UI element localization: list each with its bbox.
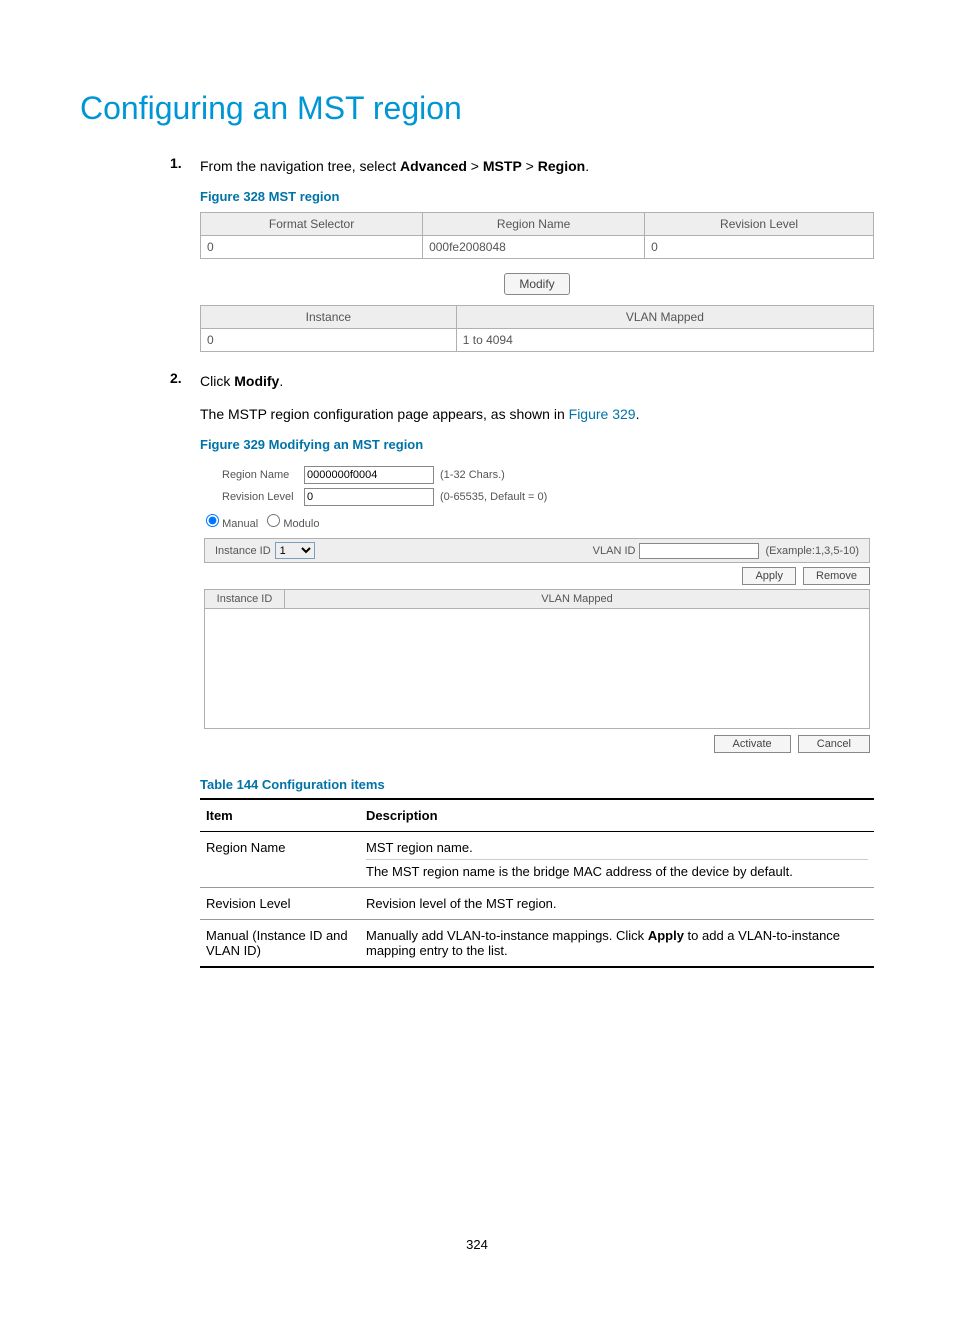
desc-region-name: MST region name. The MST region name is … — [360, 832, 874, 888]
instance-summary-table: Instance VLAN Mapped 0 1 to 4094 — [200, 305, 874, 352]
mapping-table: Instance ID VLAN Mapped — [204, 589, 870, 729]
cell-revision-level: 0 — [645, 236, 874, 259]
breadcrumb: Advanced — [400, 158, 467, 174]
col-item: Item — [200, 799, 360, 832]
region-name-label: Region Name — [204, 469, 304, 481]
text: Manually add VLAN-to-instance mappings. … — [366, 928, 648, 943]
figure-328-caption: Figure 328 MST region — [200, 189, 874, 204]
revision-level-label: Revision Level — [204, 491, 304, 503]
vlan-id-hint: (Example:1,3,5-10) — [765, 545, 859, 557]
step-2-text: Click Modify. — [200, 370, 874, 392]
col-format-selector: Format Selector — [201, 213, 423, 236]
step-number: 1. — [170, 155, 200, 352]
breadcrumb: MSTP — [483, 158, 522, 174]
figure-link[interactable]: Figure 329 — [569, 406, 636, 422]
table-144-caption: Table 144 Configuration items — [200, 777, 874, 792]
region-summary-table: Format Selector Region Name Revision Lev… — [200, 212, 874, 259]
text: . — [636, 406, 640, 422]
text: The MSTP region configuration page appea… — [200, 406, 569, 422]
text: > — [467, 158, 483, 174]
revision-level-hint: (0-65535, Default = 0) — [440, 491, 547, 503]
item-region-name: Region Name — [200, 832, 360, 888]
modulo-radio[interactable]: Modulo — [267, 518, 319, 530]
cell-instance: 0 — [201, 329, 457, 352]
instance-entry-row: Instance ID 1 VLAN ID (Example:1,3,5-10) — [204, 538, 870, 563]
instance-id-label: Instance ID — [215, 545, 271, 557]
cancel-button[interactable]: Cancel — [798, 735, 870, 753]
radio-label: Modulo — [283, 518, 319, 530]
step-1: 1. From the navigation tree, select Adva… — [170, 155, 874, 352]
step-number: 2. — [170, 370, 200, 968]
figure-329: Region Name (1-32 Chars.) Revision Level… — [200, 460, 874, 759]
revision-level-input[interactable] — [304, 488, 434, 506]
desc-manual: Manually add VLAN-to-instance mappings. … — [360, 920, 874, 968]
figure-328: Format Selector Region Name Revision Lev… — [200, 212, 874, 352]
text: From the navigation tree, select — [200, 158, 400, 174]
col-revision-level: Revision Level — [645, 213, 874, 236]
text: . — [279, 373, 283, 389]
col-region-name: Region Name — [423, 213, 645, 236]
step-2: 2. Click Modify. The MSTP region configu… — [170, 370, 874, 968]
col-instance-id: Instance ID — [205, 590, 285, 609]
desc-revision-level: Revision level of the MST region. — [360, 888, 874, 920]
region-name-hint: (1-32 Chars.) — [440, 469, 505, 481]
mode-radios: Manual Modulo — [206, 514, 870, 530]
page-number: 324 — [80, 1237, 874, 1252]
vlan-id-input[interactable] — [639, 543, 759, 559]
cell-format-selector: 0 — [201, 236, 423, 259]
item-manual: Manual (Instance ID and VLAN ID) — [200, 920, 360, 968]
apply-button[interactable]: Apply — [742, 567, 796, 585]
mapping-table-body — [205, 609, 870, 729]
text: MST region name. — [366, 840, 868, 855]
instance-id-select[interactable]: 1 — [275, 542, 315, 559]
col-description: Description — [360, 799, 874, 832]
cell-region-name: 000fe2008048 — [423, 236, 645, 259]
text: > — [522, 158, 538, 174]
page-title: Configuring an MST region — [80, 90, 874, 127]
text-bold: Apply — [648, 928, 684, 943]
vlan-id-label: VLAN ID — [593, 545, 636, 557]
config-items-table: Item Description Region Name MST region … — [200, 798, 874, 968]
step-1-text: From the navigation tree, select Advance… — [200, 155, 874, 177]
remove-button[interactable]: Remove — [803, 567, 870, 585]
text: The MST region name is the bridge MAC ad… — [366, 859, 868, 879]
region-name-input[interactable] — [304, 466, 434, 484]
activate-button[interactable]: Activate — [714, 735, 791, 753]
step-2-text-2: The MSTP region configuration page appea… — [200, 403, 874, 425]
cell-vlan-mapped: 1 to 4094 — [456, 329, 873, 352]
text: Click — [200, 373, 234, 389]
modify-button[interactable]: Modify — [504, 273, 569, 295]
item-revision-level: Revision Level — [200, 888, 360, 920]
radio-label: Manual — [222, 518, 258, 530]
figure-329-caption: Figure 329 Modifying an MST region — [200, 437, 874, 452]
col-vlan-mapped: VLAN Mapped — [456, 306, 873, 329]
text-bold: Modify — [234, 373, 279, 389]
manual-radio[interactable]: Manual — [206, 518, 258, 530]
breadcrumb: Region — [538, 158, 585, 174]
text: . — [585, 158, 589, 174]
col-vlan-mapped: VLAN Mapped — [285, 590, 870, 609]
col-instance: Instance — [201, 306, 457, 329]
